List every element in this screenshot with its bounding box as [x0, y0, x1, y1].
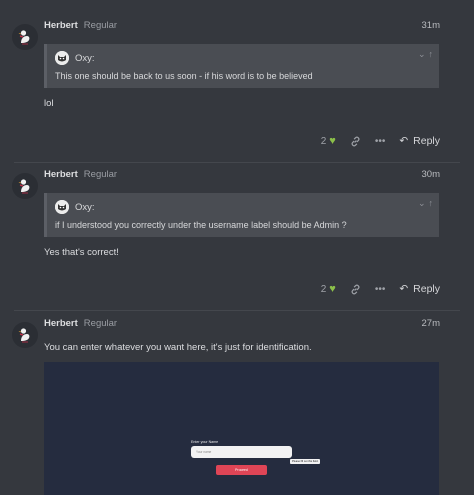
quote-block: Oxy: ⌄ ↑ if I understood you correctly u…: [44, 193, 439, 237]
cat-avatar-icon: [55, 200, 69, 214]
goose-avatar-icon[interactable]: [12, 24, 38, 50]
quote-controls: ⌄ ↑: [418, 198, 433, 209]
goose-avatar-icon[interactable]: [12, 322, 38, 348]
more-icon[interactable]: •••: [375, 284, 386, 295]
chevron-down-icon[interactable]: ⌄: [418, 198, 426, 209]
post-meta: Herbert Regular: [44, 318, 117, 334]
quote-block: Oxy: ⌄ ↑ This one should be back to us s…: [44, 44, 439, 88]
reply-icon: ↶: [399, 135, 409, 147]
quote-header: Oxy:: [55, 51, 95, 65]
quote-text: This one should be back to us soon - if …: [55, 71, 313, 81]
divider: [14, 310, 460, 311]
link-icon[interactable]: [350, 136, 361, 147]
like-button[interactable]: 2 ♥: [321, 135, 336, 147]
screenshot-name-label: Enter your Name: [191, 440, 219, 444]
post-time[interactable]: 31m: [422, 20, 440, 31]
post-body: Yes that's correct!: [44, 247, 119, 258]
screenshot-proceed-button: Proceed: [216, 465, 267, 475]
like-button[interactable]: 2 ♥: [321, 283, 336, 295]
quote-controls: ⌄ ↑: [418, 49, 433, 60]
author-name[interactable]: Herbert: [44, 169, 78, 180]
author-group: Regular: [83, 20, 118, 31]
quote-text: if I understood you correctly under the …: [55, 220, 347, 230]
quote-author: Oxy:: [75, 201, 95, 213]
post-time[interactable]: 30m: [422, 169, 440, 180]
author-group: Regular: [83, 169, 118, 180]
link-icon[interactable]: [350, 284, 361, 295]
post-meta: Herbert Regular: [44, 169, 117, 185]
post-meta: Herbert Regular: [44, 20, 117, 36]
author-name[interactable]: Herbert: [44, 318, 78, 329]
post-body: You can enter whatever you want here, it…: [44, 342, 312, 353]
arrow-up-icon[interactable]: ↑: [429, 198, 434, 209]
post-actions: 2 ♥ ••• ↶ Reply: [321, 283, 440, 295]
cat-avatar-icon: [55, 51, 69, 65]
divider: [14, 162, 460, 163]
embedded-screenshot[interactable]: Enter your Name Your name Please fill ou…: [44, 362, 439, 495]
quote-header: Oxy:: [55, 200, 95, 214]
post-actions: 2 ♥ ••• ↶ Reply: [321, 135, 440, 147]
like-count: 2: [320, 283, 327, 295]
reply-button[interactable]: ↶ Reply: [399, 283, 440, 295]
post-body: lol: [44, 98, 54, 109]
author-name[interactable]: Herbert: [44, 20, 78, 31]
like-count: 2: [320, 135, 327, 147]
reply-icon: ↶: [399, 283, 409, 295]
more-icon[interactable]: •••: [375, 136, 386, 147]
reply-label: Reply: [413, 283, 440, 295]
screenshot-name-input: Your name: [191, 446, 292, 458]
arrow-up-icon[interactable]: ↑: [429, 49, 434, 60]
heart-icon: ♥: [329, 135, 336, 147]
chevron-down-icon[interactable]: ⌄: [418, 49, 426, 60]
reply-label: Reply: [413, 135, 440, 147]
author-group: Regular: [83, 318, 118, 329]
goose-avatar-icon[interactable]: [12, 173, 38, 199]
heart-icon: ♥: [329, 283, 336, 295]
post-time[interactable]: 27m: [422, 318, 440, 329]
quote-author: Oxy:: [75, 52, 95, 64]
reply-button[interactable]: ↶ Reply: [399, 135, 440, 147]
screenshot-tooltip: Please fill out this field.: [290, 459, 321, 464]
